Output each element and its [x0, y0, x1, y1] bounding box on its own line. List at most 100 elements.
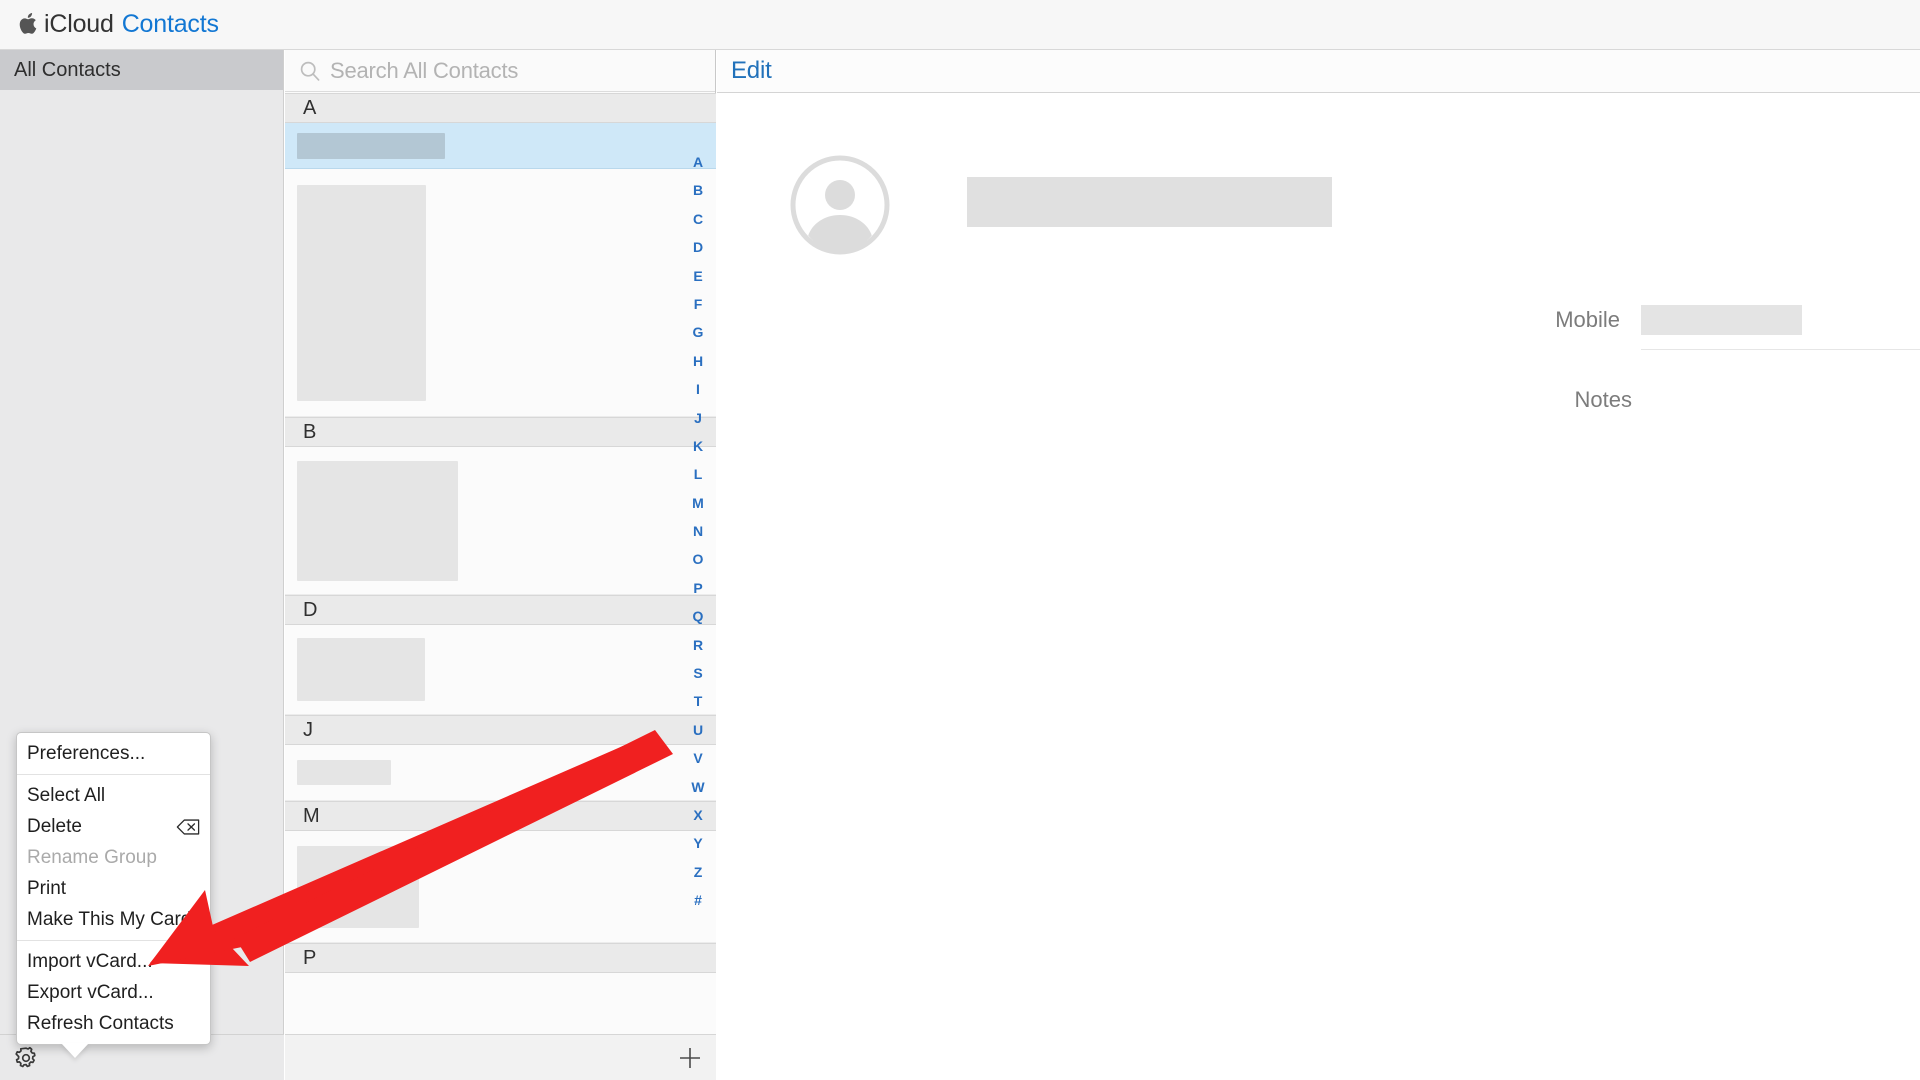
- contact-fields: Mobile Notes: [717, 305, 1920, 415]
- alpha-index-d[interactable]: D: [681, 233, 715, 261]
- gear-icon[interactable]: [10, 1042, 42, 1074]
- section-header-j: J: [285, 715, 716, 745]
- section-header-d: D: [285, 595, 716, 625]
- group-list: All Contacts: [0, 50, 283, 90]
- menu-item-label: Print: [27, 877, 67, 899]
- menu-item-label: Import vCard...: [27, 950, 153, 972]
- brand-app-text[interactable]: Contacts: [122, 10, 219, 39]
- alpha-index-c[interactable]: C: [681, 205, 715, 233]
- menu-item-refresh-contacts[interactable]: Refresh Contacts: [17, 1008, 210, 1039]
- contact-name-field[interactable]: [967, 177, 1332, 227]
- alpha-index-a[interactable]: A: [681, 148, 715, 176]
- brand-icloud-text: iCloud: [44, 10, 114, 38]
- top-bar: iCloud Contacts: [0, 0, 1920, 50]
- alpha-index-z[interactable]: Z: [681, 858, 715, 886]
- field-label-notes: Notes: [1574, 387, 1632, 412]
- contact-card: Mobile Notes: [717, 93, 1920, 415]
- menu-item-label: Select All: [27, 784, 106, 806]
- menu-item-print[interactable]: Print: [17, 873, 210, 904]
- contact-list[interactable]: ABDJMP: [285, 93, 716, 1080]
- menu-separator: [17, 774, 210, 775]
- alpha-index-g[interactable]: G: [681, 318, 715, 346]
- section-header-letter: A: [303, 96, 317, 119]
- alpha-index-h[interactable]: H: [681, 347, 715, 375]
- menu-item-preferences[interactable]: Preferences...: [17, 738, 210, 769]
- contact-row[interactable]: [285, 447, 716, 595]
- field-value-mobile[interactable]: [1620, 305, 1920, 350]
- field-row-mobile: Mobile: [717, 305, 1920, 350]
- field-value-redacted[interactable]: [1641, 305, 1802, 335]
- alpha-index-w[interactable]: W: [681, 773, 715, 801]
- menu-item-label: Export vCard...: [27, 981, 154, 1003]
- contact-name-redacted: [297, 845, 419, 928]
- contact-name-redacted: [297, 460, 458, 581]
- menu-item-label: Make This My Card: [27, 908, 192, 930]
- alpha-index-e[interactable]: E: [681, 262, 715, 290]
- section-header-letter: J: [303, 718, 313, 741]
- contact-list-column: Search All Contacts ABDJMP ABCDEFGHIJKLM…: [285, 50, 716, 1080]
- icloud-contacts-app: iCloud Contacts All Contacts Search All …: [0, 0, 1920, 1080]
- alpha-index-f[interactable]: F: [681, 290, 715, 318]
- section-header-letter: M: [303, 804, 320, 827]
- alpha-index-v[interactable]: V: [681, 744, 715, 772]
- field-row-notes: Notes: [717, 385, 1920, 415]
- alpha-index-l[interactable]: L: [681, 460, 715, 488]
- delete-key-icon: [176, 818, 200, 835]
- alpha-index-b[interactable]: B: [681, 176, 715, 204]
- menu-item-make-this-my-card[interactable]: Make This My Card: [17, 904, 210, 935]
- section-header-letter: D: [303, 598, 318, 621]
- alpha-index-r[interactable]: R: [681, 631, 715, 659]
- menu-item-label: Delete: [27, 815, 82, 837]
- contact-list-footer: [285, 1034, 716, 1080]
- contact-row[interactable]: [285, 123, 716, 169]
- alpha-index-hash[interactable]: #: [681, 886, 715, 914]
- alpha-index-p[interactable]: P: [681, 574, 715, 602]
- settings-context-menu[interactable]: Preferences... Select All Delete Rename Gro…: [16, 732, 211, 1058]
- alpha-index-x[interactable]: X: [681, 801, 715, 829]
- menu-item-select-all[interactable]: Select All: [17, 780, 210, 811]
- menu-item-import-vcard[interactable]: Import vCard...: [17, 946, 210, 977]
- alpha-index-k[interactable]: K: [681, 432, 715, 460]
- contact-row[interactable]: [285, 625, 716, 715]
- edit-button[interactable]: Edit: [731, 57, 772, 85]
- section-header-m: M: [285, 801, 716, 831]
- brand[interactable]: iCloud Contacts: [18, 10, 219, 39]
- section-header-letter: P: [303, 946, 317, 969]
- person-avatar-icon[interactable]: [790, 155, 890, 255]
- group-item-all-contacts[interactable]: All Contacts: [0, 50, 283, 90]
- menu-item-rename-group: Rename Group: [17, 842, 210, 873]
- menu-separator: [17, 940, 210, 941]
- section-header-letter: B: [303, 420, 317, 443]
- section-header-p: P: [285, 943, 716, 973]
- alpha-index-n[interactable]: N: [681, 517, 715, 545]
- alpha-index-m[interactable]: M: [681, 489, 715, 517]
- alpha-index-s[interactable]: S: [681, 659, 715, 687]
- contact-name-redacted: [297, 760, 391, 785]
- menu-item-label: Rename Group: [27, 846, 157, 868]
- contact-row[interactable]: [285, 831, 716, 943]
- contact-detail-panel: Edit Mobile Notes: [717, 50, 1920, 1080]
- alpha-index-y[interactable]: Y: [681, 829, 715, 857]
- alphabet-index[interactable]: A B C D E F G H I J K L M N O P Q R S T U V W X Y Z #: [681, 93, 715, 1080]
- detail-toolbar: Edit: [717, 50, 1920, 93]
- alpha-index-q[interactable]: Q: [681, 602, 715, 630]
- contact-card-header: [717, 155, 1920, 255]
- alpha-index-t[interactable]: T: [681, 687, 715, 715]
- menu-item-label: Preferences...: [27, 742, 146, 764]
- section-header-b: B: [285, 417, 716, 447]
- field-label-mobile: Mobile: [1555, 307, 1620, 332]
- context-menu-tail: [61, 1043, 89, 1058]
- alpha-index-i[interactable]: I: [681, 375, 715, 403]
- contact-row[interactable]: [285, 169, 716, 417]
- contact-name-redacted: [297, 184, 426, 401]
- alpha-index-o[interactable]: O: [681, 545, 715, 573]
- menu-item-delete[interactable]: Delete: [17, 811, 210, 842]
- search-icon: [300, 61, 320, 81]
- search-bar[interactable]: Search All Contacts: [285, 50, 715, 92]
- menu-item-export-vcard[interactable]: Export vCard...: [17, 977, 210, 1008]
- search-input[interactable]: Search All Contacts: [330, 58, 518, 84]
- contact-name-redacted: [297, 638, 425, 701]
- alpha-index-j[interactable]: J: [681, 404, 715, 432]
- alpha-index-u[interactable]: U: [681, 716, 715, 744]
- contact-row[interactable]: [285, 745, 716, 801]
